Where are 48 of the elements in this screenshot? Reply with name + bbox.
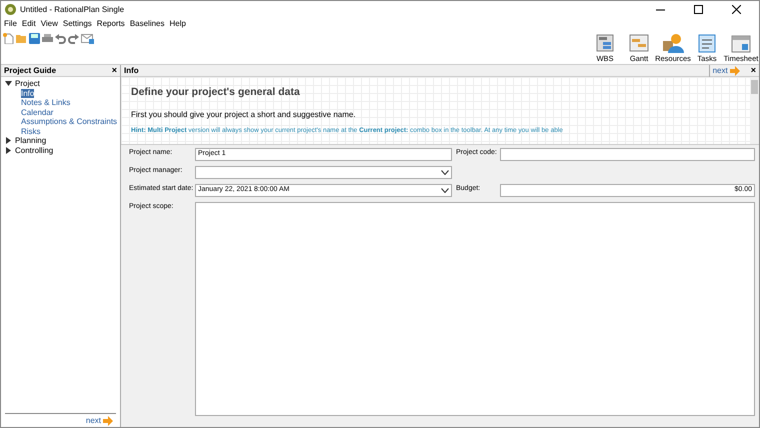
print-icon[interactable] (42, 33, 53, 44)
menu-item[interactable]: Help (170, 18, 186, 31)
tree-item[interactable]: Assumptions & Constraints (21, 117, 118, 126)
undo-icon[interactable] (55, 33, 66, 44)
panel-title: Project Guide (4, 64, 56, 76)
menu-item[interactable]: View (40, 18, 58, 31)
open-folder-icon[interactable] (16, 33, 27, 44)
tree-item[interactable]: Notes & Links (21, 98, 70, 108)
tasks-view-icon (696, 33, 718, 53)
timesheet-view-icon (730, 33, 752, 53)
arrow-right-icon (103, 416, 113, 426)
tree-item[interactable]: Calendar (21, 108, 54, 117)
close-button[interactable]: × (112, 64, 117, 78)
tree-item[interactable]: Info (21, 88, 34, 98)
window-title: Untitled - RationalPlan Single (20, 4, 124, 16)
collapsed-arrow-icon[interactable] (5, 146, 12, 154)
resources-view-icon (662, 33, 684, 53)
maximize-icon (694, 4, 702, 14)
info-text: First you should give your project a short and suggestive name. (131, 108, 357, 121)
dropdown-field[interactable] (195, 166, 452, 179)
save-icon[interactable] (29, 33, 40, 44)
panel-title: Info (124, 64, 139, 76)
gantt-view-icon (628, 33, 650, 53)
next-button[interactable]: next (82, 414, 116, 426)
info-heading: Define your project's general data (131, 85, 301, 100)
tree-item[interactable]: Planning (15, 136, 46, 146)
redo-icon[interactable] (68, 33, 79, 44)
menu-item[interactable]: Baselines (130, 18, 164, 31)
close-icon (732, 4, 740, 14)
app-logo-icon (5, 4, 16, 15)
tree-item[interactable]: Controlling (15, 146, 54, 155)
chevron-down-icon (441, 170, 449, 175)
menu-item[interactable]: Settings (62, 18, 92, 31)
tree-item[interactable]: Project (15, 79, 40, 88)
close-button[interactable]: × (750, 64, 756, 78)
menu-item[interactable]: Reports (96, 18, 125, 31)
arrow-right-icon (730, 66, 740, 76)
expanded-arrow-icon[interactable] (5, 80, 12, 88)
tree-item[interactable]: Risks (21, 126, 41, 136)
scrollbar[interactable] (750, 77, 759, 144)
envelope-icon[interactable] (81, 33, 94, 44)
menu-item[interactable]: Edit (22, 18, 36, 31)
input-field[interactable] (500, 148, 755, 161)
collapsed-arrow-icon[interactable] (5, 137, 12, 144)
menu-item[interactable]: File (4, 18, 17, 31)
wbs-view-icon (594, 33, 616, 53)
new-file-icon[interactable] (3, 33, 14, 44)
chevron-down-icon (441, 188, 449, 193)
